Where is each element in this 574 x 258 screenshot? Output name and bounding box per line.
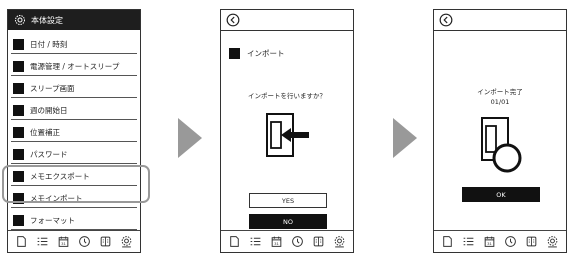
menu-bullet bbox=[13, 149, 24, 160]
settings-gear-icon[interactable] bbox=[546, 235, 559, 248]
settings-gear-icon[interactable] bbox=[120, 235, 133, 248]
calendar-icon[interactable]: 31 bbox=[57, 235, 70, 248]
gear-icon bbox=[15, 15, 25, 25]
settings-title: 本体設定 bbox=[31, 15, 63, 25]
menu-label: 位置補正 bbox=[30, 128, 60, 137]
menu-item-sleep-screen[interactable]: スリープ画面 bbox=[11, 80, 137, 98]
back-icon[interactable] bbox=[226, 13, 240, 27]
menu-label: 日付 / 時刻 bbox=[30, 40, 68, 49]
menu-bullet bbox=[13, 83, 24, 94]
import-complete-illustration-icon bbox=[481, 117, 522, 173]
import-confirm-screen: インポート インポートを行いますか？ YES NO 31 bbox=[220, 9, 354, 253]
svg-text:31: 31 bbox=[274, 241, 279, 246]
memo-icon[interactable] bbox=[228, 235, 241, 248]
bottom-toolbar: 31 bbox=[434, 230, 566, 252]
menu-item-format[interactable]: フォーマット bbox=[11, 212, 137, 230]
menu-label: フォーマット bbox=[30, 216, 75, 225]
grid-icon[interactable] bbox=[99, 235, 112, 248]
import-complete-message: インポート完了 bbox=[477, 88, 523, 96]
menu-label: 週の開始日 bbox=[30, 106, 68, 115]
svg-text:31: 31 bbox=[61, 241, 66, 246]
menu-bullet bbox=[13, 61, 24, 72]
yes-button[interactable]: YES bbox=[249, 193, 327, 208]
clock-icon[interactable] bbox=[78, 235, 91, 248]
header-bullet bbox=[229, 48, 240, 59]
menu-bullet bbox=[13, 215, 24, 226]
menu-item-calibration[interactable]: 位置補正 bbox=[11, 124, 137, 142]
settings-gear-icon[interactable] bbox=[333, 235, 346, 248]
menu-item-week-start[interactable]: 週の開始日 bbox=[11, 102, 137, 120]
calendar-icon[interactable]: 31 bbox=[483, 235, 496, 248]
menu-label: 電源管理 / オートスリープ bbox=[30, 62, 120, 71]
menu-label: スリープ画面 bbox=[30, 84, 75, 93]
menu-bullet bbox=[13, 105, 24, 116]
import-illustration-icon bbox=[266, 113, 309, 157]
clock-icon[interactable] bbox=[504, 235, 517, 248]
grid-icon[interactable] bbox=[525, 235, 538, 248]
memo-icon[interactable] bbox=[15, 235, 28, 248]
menu-label: パスワード bbox=[30, 150, 68, 159]
settings-screen: 本体設定 日付 / 時刻 電源管理 / オートスリープ スリープ画面 週の開始日… bbox=[7, 9, 141, 253]
list-icon[interactable] bbox=[462, 235, 475, 248]
import-count: 01/01 bbox=[490, 98, 510, 106]
menu-bullet bbox=[13, 39, 24, 50]
import-complete-screen: インポート完了 01/01 OK 31 bbox=[433, 9, 567, 253]
no-button[interactable]: NO bbox=[249, 214, 327, 229]
import-title: インポート bbox=[247, 49, 285, 58]
selection-highlight bbox=[2, 165, 150, 203]
bottom-toolbar: 31 bbox=[8, 230, 140, 252]
next-arrow-icon bbox=[178, 118, 202, 158]
svg-text:31: 31 bbox=[487, 241, 492, 246]
import-question: インポートを行いますか？ bbox=[248, 92, 326, 100]
next-arrow-icon bbox=[393, 118, 417, 158]
grid-icon[interactable] bbox=[312, 235, 325, 248]
list-icon[interactable] bbox=[249, 235, 262, 248]
clock-icon[interactable] bbox=[291, 235, 304, 248]
memo-icon[interactable] bbox=[441, 235, 454, 248]
list-icon[interactable] bbox=[36, 235, 49, 248]
settings-titlebar: 本体設定 bbox=[8, 10, 140, 30]
menu-bullet bbox=[13, 127, 24, 138]
ok-button[interactable]: OK bbox=[462, 187, 540, 202]
bottom-toolbar: 31 bbox=[221, 230, 353, 252]
import-header: インポート bbox=[229, 48, 285, 59]
menu-item-power[interactable]: 電源管理 / オートスリープ bbox=[11, 58, 137, 76]
calendar-icon[interactable]: 31 bbox=[270, 235, 283, 248]
back-icon[interactable] bbox=[439, 13, 453, 27]
menu-item-datetime[interactable]: 日付 / 時刻 bbox=[11, 36, 137, 54]
menu-item-password[interactable]: パスワード bbox=[11, 146, 137, 164]
